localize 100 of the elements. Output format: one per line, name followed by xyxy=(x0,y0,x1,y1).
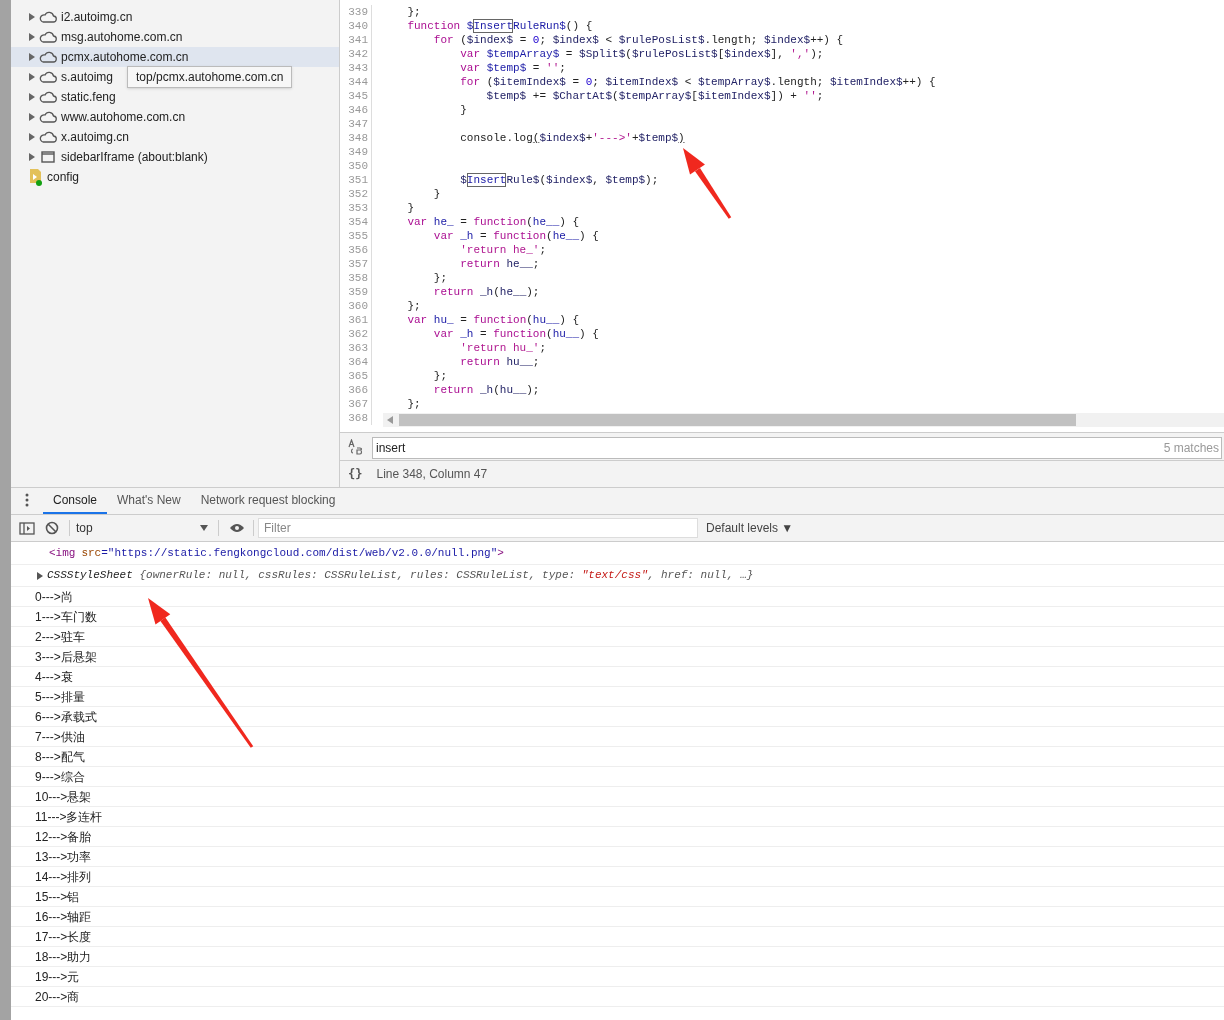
code-token: for xyxy=(459,75,481,89)
tree-item[interactable]: i2.autoimg.cn xyxy=(11,7,339,27)
code-token: he__ xyxy=(499,285,527,299)
code-token: ( xyxy=(539,173,547,187)
pretty-print-button[interactable]: {} xyxy=(348,465,363,483)
filter-field[interactable]: Filter xyxy=(258,518,698,538)
code-token: $index$ xyxy=(539,131,586,145)
element-log[interactable]: <img src="https://static.fengkongcloud.com/dist/web/v2.0.0/null.png"> xyxy=(49,544,504,562)
cursor-position: Line 348, Column 47 xyxy=(376,466,488,483)
horizontal-scrollbar[interactable] xyxy=(383,413,1224,427)
code-token: ; xyxy=(539,243,547,257)
code-token: he__ xyxy=(552,229,580,243)
code-token: ); xyxy=(645,173,659,187)
log-message: 12--->备胎 xyxy=(35,828,92,846)
code-token: ; xyxy=(816,89,824,103)
more-options-icon[interactable] xyxy=(25,493,29,507)
eye-icon[interactable] xyxy=(229,523,245,533)
code-token: ',' xyxy=(790,47,811,61)
code-token: .length; xyxy=(770,75,825,89)
object-log[interactable]: CSSStyleSheet {ownerRule: null, cssRules: CSSRuleList, rules: CSSRuleList, type: "text/css", href: null, …} xyxy=(47,567,754,584)
drawer-tab[interactable]: Network request blocking xyxy=(190,487,346,514)
cloud-icon xyxy=(39,11,57,23)
line-number: 348 xyxy=(340,131,372,145)
code-token: 'return hu_' xyxy=(459,341,540,355)
code-token: ) { xyxy=(559,215,580,229)
code-token: .length; xyxy=(704,33,759,47)
expand-triangle-icon[interactable] xyxy=(29,73,35,81)
code-token: function xyxy=(473,313,527,327)
code-token: + xyxy=(585,131,593,145)
code-token: $index$ xyxy=(763,33,811,47)
line-number: 345 xyxy=(340,89,372,103)
code-token: var xyxy=(459,47,481,61)
code-token: ( xyxy=(493,383,500,397)
tree-item[interactable]: config xyxy=(11,167,339,187)
tree-item-label: static.feng xyxy=(61,89,116,106)
code-token: ); xyxy=(526,285,540,299)
code-token: , xyxy=(592,173,600,187)
line-number: 344 xyxy=(340,75,372,89)
line-number: 352 xyxy=(340,187,372,201)
match-count: 5 matches xyxy=(1163,439,1219,457)
tree-item[interactable]: www.autohome.com.cn xyxy=(11,107,339,127)
drawer-tab[interactable]: What's New xyxy=(107,487,191,514)
line-number: 339 xyxy=(340,5,372,19)
tree-item-label: pcmx.autohome.com.cn xyxy=(61,49,189,66)
log-message: 3--->后悬架 xyxy=(35,648,97,666)
scrollbar-thumb[interactable] xyxy=(399,414,1076,426)
log-levels-dropdown[interactable]: Default levels ▼ xyxy=(706,519,794,537)
code-token: } xyxy=(406,201,414,215)
clear-console-icon[interactable] xyxy=(45,521,59,535)
expand-triangle-icon[interactable] xyxy=(29,133,35,141)
code-token: return xyxy=(459,355,500,369)
code-token: hu__ xyxy=(499,383,527,397)
match-case-icon[interactable] xyxy=(348,438,364,455)
code-token: return xyxy=(459,257,500,271)
log-message: 10--->悬架 xyxy=(35,788,92,806)
code-token: $rulePosList$ xyxy=(618,33,705,47)
code-token: ) { xyxy=(579,229,599,243)
code-token: }; xyxy=(406,5,421,19)
code-token: var xyxy=(406,313,428,327)
sidebar-toggle-icon[interactable] xyxy=(19,521,35,535)
expand-triangle-icon[interactable] xyxy=(29,153,35,161)
tree-item[interactable]: static.feng xyxy=(11,87,339,107)
tree-item-label: www.autohome.com.cn xyxy=(61,109,186,126)
code-token: return xyxy=(432,285,474,299)
code-token: $ChartAt$ xyxy=(552,89,613,103)
log-message: 17--->长度 xyxy=(35,928,92,946)
tree-item[interactable]: sidebarIframe (about:blank) xyxy=(11,147,339,167)
code-token: ; xyxy=(592,75,600,89)
expand-triangle-icon[interactable] xyxy=(29,53,35,61)
tree-item[interactable]: x.autoimg.cn xyxy=(11,127,339,147)
code-token: _h xyxy=(479,383,494,397)
log-message: 19--->元 xyxy=(35,968,80,986)
code-token: '--->' xyxy=(592,131,632,145)
code-token: 0 xyxy=(585,75,593,89)
log-message: 7--->供油 xyxy=(35,728,85,746)
log-message: 0--->尚 xyxy=(35,588,73,606)
expand-triangle-icon[interactable] xyxy=(29,33,35,41)
code-token: he_ xyxy=(432,215,454,229)
code-token: $temp$ xyxy=(485,89,527,103)
code-token: '' xyxy=(546,61,560,75)
code-token: $ xyxy=(465,19,474,33)
expand-triangle-icon[interactable] xyxy=(37,571,43,580)
code-token: function xyxy=(493,229,547,243)
expand-triangle-icon[interactable] xyxy=(29,13,35,21)
code-token: [ xyxy=(691,89,698,103)
line-number: 365 xyxy=(340,369,372,383)
expand-triangle-icon[interactable] xyxy=(29,93,35,101)
line-number: 347 xyxy=(340,117,372,131)
cloud-icon xyxy=(39,131,57,143)
tree-item[interactable]: pcmx.autohome.com.cn xyxy=(11,47,339,67)
code-token: ( xyxy=(493,285,500,299)
expand-triangle-icon[interactable] xyxy=(29,113,35,121)
log-message: 1--->车门数 xyxy=(35,608,97,626)
tree-item[interactable]: msg.autohome.com.cn xyxy=(11,27,339,47)
code-token: ( xyxy=(526,313,533,327)
tree-item-label: sidebarIframe (about:blank) xyxy=(61,149,208,166)
context-selector[interactable]: top xyxy=(76,519,208,537)
code-token: ( xyxy=(546,327,553,341)
code-token: Rule$ xyxy=(506,173,540,187)
code-token: hu__ xyxy=(505,355,533,369)
